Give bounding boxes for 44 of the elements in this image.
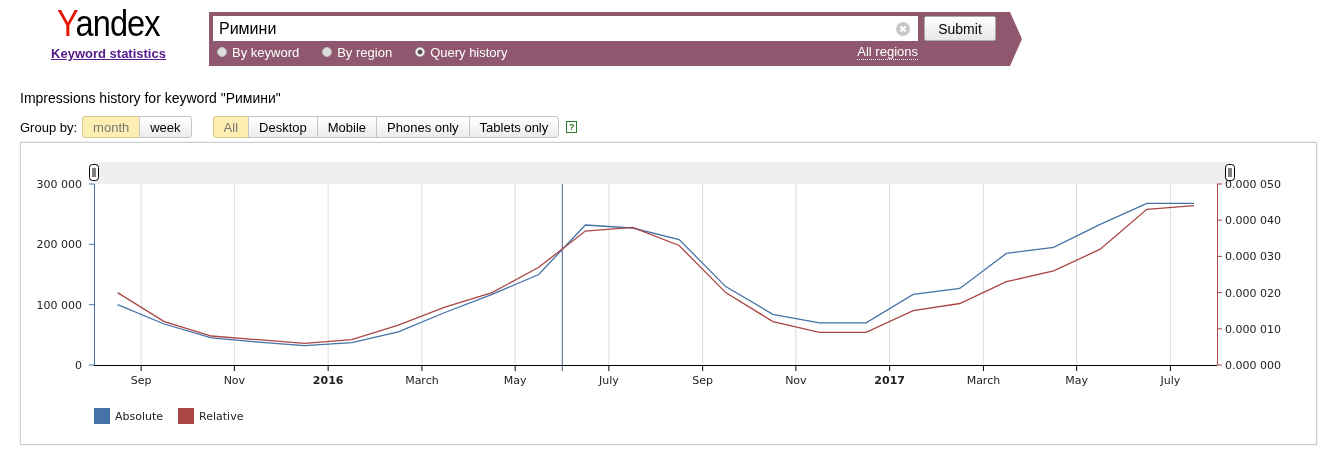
x-tick-label: Nov <box>223 374 246 387</box>
range-handle[interactable] <box>1225 164 1235 181</box>
keyword-statistics-link[interactable]: Keyword statistics <box>51 46 166 61</box>
region-link[interactable]: All regions <box>857 44 918 60</box>
legend-label[interactable]: Relative <box>199 409 244 423</box>
device-tab[interactable]: Desktop <box>248 116 318 138</box>
radio-option[interactable]: By keyword <box>217 44 300 60</box>
x-tick-label: 2016 <box>312 374 344 387</box>
radio-option[interactable]: Query history <box>415 44 508 60</box>
device-tab[interactable]: Tablets only <box>468 116 560 138</box>
y-tick-label: 0.000 000 <box>1225 359 1281 372</box>
y-tick-label: 0.000 010 <box>1225 322 1281 336</box>
device-tab[interactable]: Mobile <box>316 116 378 138</box>
y-tick-label: 300 000 <box>36 178 82 191</box>
y-tick-label: 0.000 040 <box>1225 214 1281 228</box>
y-tick-label: 100 000 <box>36 298 82 312</box>
x-tick-label: Sep <box>692 374 714 387</box>
x-tick-label: March <box>966 374 1001 387</box>
search-field[interactable]: Римини <box>213 16 918 41</box>
y-tick-label: 200 000 <box>36 238 82 252</box>
y-tick-label: 0.000 030 <box>1225 250 1281 264</box>
help-icon[interactable]: ? <box>566 121 578 133</box>
x-tick-label: Nov <box>785 374 807 387</box>
x-tick-label: March <box>405 374 439 387</box>
page-heading: Impressions history for keyword "Римини" <box>20 90 282 106</box>
device-tab[interactable]: Phones only <box>376 116 470 138</box>
group-by-toggle[interactable]: month <box>82 116 141 138</box>
group-by-toggle[interactable]: week <box>139 116 192 138</box>
x-tick-label: 2017 <box>874 374 905 387</box>
radio-option[interactable]: By region <box>322 44 393 60</box>
x-tick-label: July <box>1160 374 1181 387</box>
x-tick-label: Sep <box>130 374 152 387</box>
x-tick-label: July <box>599 374 619 387</box>
y-tick-label: 0 <box>75 359 82 372</box>
yandex-logo: Yandex <box>57 4 160 44</box>
legend-label[interactable]: Absolute <box>115 409 164 423</box>
x-tick-label: May <box>503 374 527 387</box>
y-tick-label: 0.000 020 <box>1225 286 1281 300</box>
group-by-label: Group by: <box>20 119 78 135</box>
range-handle[interactable] <box>89 164 99 181</box>
x-tick-label: May <box>1065 374 1088 387</box>
submit-button[interactable]: Submit <box>924 16 996 41</box>
device-tab[interactable]: All <box>212 116 250 138</box>
y-tick-label: 0.000 050 <box>1225 178 1281 191</box>
